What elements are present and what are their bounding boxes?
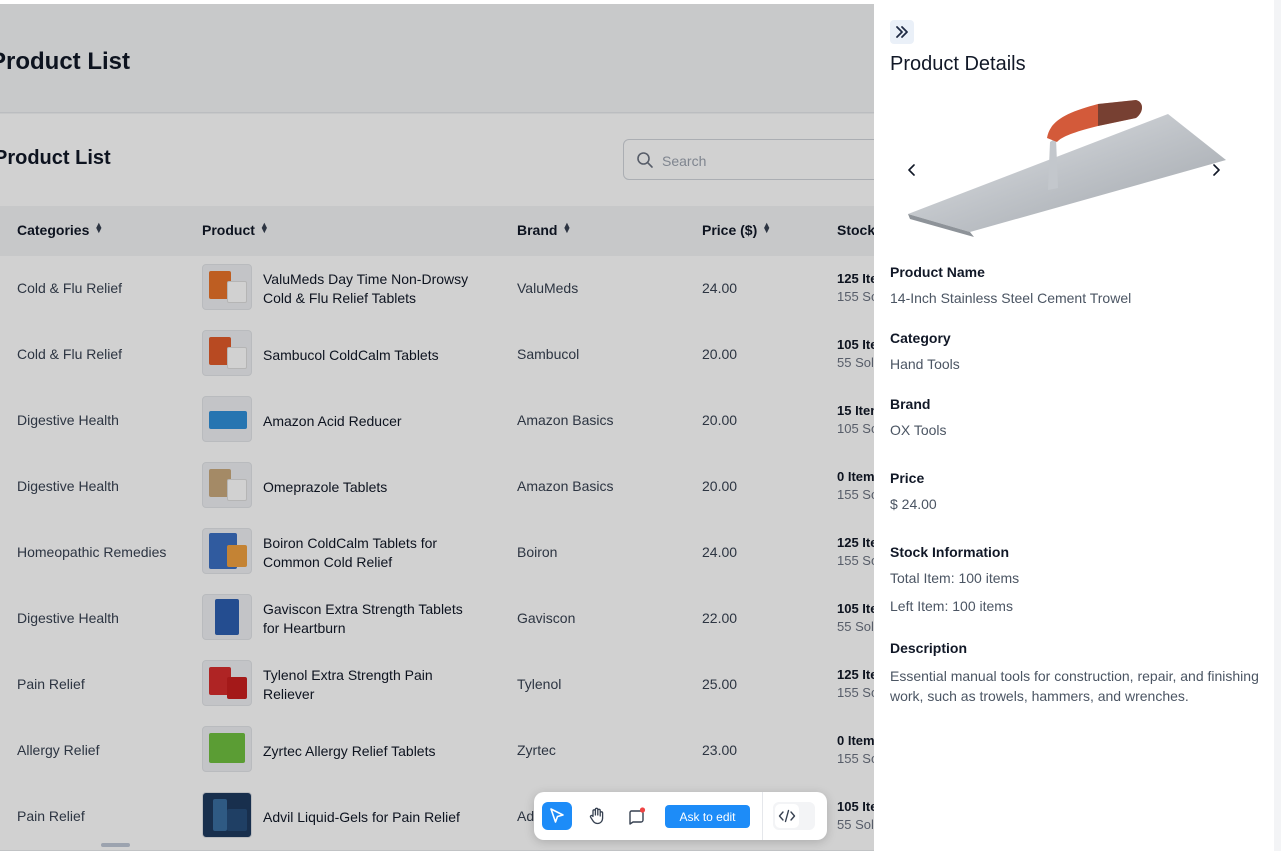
price-label: Price bbox=[890, 470, 925, 486]
brand-label: Brand bbox=[890, 396, 931, 412]
carousel-next-button[interactable] bbox=[1207, 160, 1225, 180]
price-value: $ 24.00 bbox=[890, 496, 937, 512]
toolbar-divider bbox=[762, 792, 763, 840]
description-label: Description bbox=[890, 640, 968, 656]
left-item-value: Left Item: 100 items bbox=[890, 598, 1013, 614]
code-toggle[interactable] bbox=[773, 802, 815, 830]
description-text: Essential manual tools for construction,… bbox=[890, 668, 1259, 704]
chevron-left-icon bbox=[908, 164, 915, 176]
select-tool-button[interactable] bbox=[542, 802, 572, 830]
product-name-label: Product Name bbox=[890, 264, 985, 280]
comment-tool-button[interactable] bbox=[622, 802, 652, 830]
scroll-handle[interactable] bbox=[101, 843, 130, 847]
product-image bbox=[908, 100, 1226, 237]
pointer-icon bbox=[550, 808, 564, 823]
comment-icon bbox=[629, 807, 646, 825]
category-value: Hand Tools bbox=[890, 356, 960, 372]
product-name-value: 14-Inch Stainless Steel Cement Trowel bbox=[890, 290, 1132, 306]
scrollbar-track[interactable] bbox=[1274, 0, 1281, 851]
hand-icon bbox=[589, 807, 604, 825]
stock-info-label: Stock Information bbox=[890, 544, 1010, 560]
modal-backdrop[interactable] bbox=[0, 4, 874, 851]
code-icon bbox=[775, 804, 799, 828]
panel-title: Product Details bbox=[890, 53, 1026, 75]
brand-value: OX Tools bbox=[890, 422, 947, 438]
hand-tool-button[interactable] bbox=[582, 802, 612, 830]
carousel-prev-button[interactable] bbox=[903, 160, 921, 180]
total-item-value: Total Item: 100 items bbox=[890, 570, 1020, 586]
category-label: Category bbox=[890, 330, 951, 346]
double-chevron-right-icon bbox=[896, 26, 908, 38]
ask-to-edit-button[interactable]: Ask to edit bbox=[665, 805, 750, 828]
editor-toolbar: Ask to edit bbox=[534, 792, 827, 840]
collapse-panel-button[interactable] bbox=[890, 20, 914, 44]
chevron-right-icon bbox=[1213, 164, 1220, 176]
